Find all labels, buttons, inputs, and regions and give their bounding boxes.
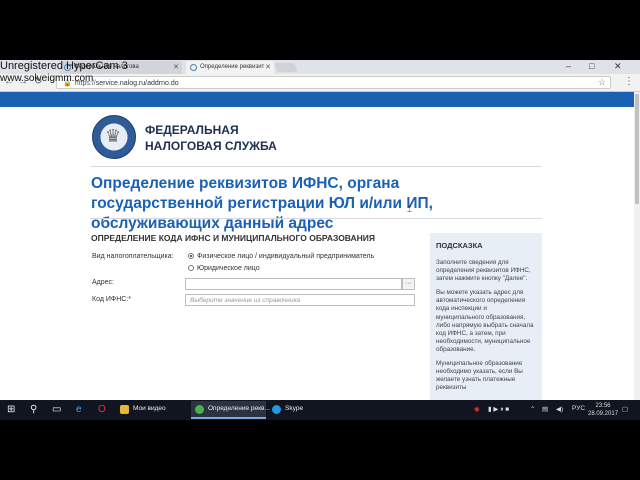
favicon-icon — [190, 64, 197, 71]
chrome-icon — [195, 405, 204, 414]
browser-window: Федеральная налогова ✕ Определение рекви… — [0, 60, 640, 420]
site-top-bar — [0, 92, 634, 107]
ifns-code-input[interactable]: Выберите значение из справочника — [185, 294, 415, 306]
close-icon[interactable]: ✕ — [173, 63, 179, 71]
tab-label: Определение реквизит — [200, 64, 265, 70]
start-windows-icon[interactable]: ⊞ — [7, 404, 15, 415]
hint-paragraph: Вы можете указать адрес для автоматическ… — [436, 289, 534, 353]
windows-taskbar: ⊞ ⚲ ▭ e O Мои видео Определение рекв... … — [0, 400, 640, 420]
divider — [90, 166, 542, 167]
search-icon[interactable]: ⚲ — [30, 404, 37, 415]
radio-unchecked-icon[interactable] — [188, 265, 194, 271]
task-view-icon[interactable]: ▭ — [52, 404, 61, 415]
url-path: service.nalog.ru/addrno.do — [95, 80, 179, 87]
tray-arrow-icon[interactable]: ⌃ — [530, 405, 535, 413]
address-picker-button[interactable]: ··· — [402, 278, 415, 290]
mouse-cursor-icon: ⌶ — [407, 205, 412, 214]
close-icon[interactable]: ✕ — [265, 63, 271, 71]
radio-legal-entity[interactable]: Юридическое лицо — [188, 265, 260, 272]
browser-toolbar: ← → ↻ 🔒 https://service.nalog.ru/addrno.d… — [0, 74, 640, 92]
address-label: Адрес: — [92, 279, 114, 286]
bookmark-star-icon[interactable]: ☆ — [598, 77, 606, 88]
opera-icon[interactable]: O — [98, 404, 106, 415]
org-name-line2: НАЛОГОВАЯ СЛУЖБА — [145, 139, 277, 153]
notifications-icon[interactable]: ▢ — [622, 405, 628, 413]
radio-individual-label: Физическое лицо / индивидуальный предпри… — [197, 253, 375, 260]
hint-panel: ПОДСКАЗКА Заполните сведения для определ… — [430, 233, 542, 420]
scrollbar-thumb[interactable] — [635, 94, 639, 204]
clock-date: 28.09.2017 — [588, 411, 619, 417]
radio-legal-label: Юридическое лицо — [197, 265, 260, 272]
org-name-line1: ФЕДЕРАЛЬНАЯ — [145, 123, 239, 137]
taxpayer-type-label: Вид налогоплательщика: — [92, 253, 174, 260]
browser-menu-icon[interactable]: ⋮ — [624, 76, 634, 87]
watermark-url: www.solveigmm.com — [0, 73, 94, 84]
clock-time: 23:56 — [595, 403, 611, 409]
org-name: ФЕДЕРАЛЬНАЯ НАЛОГОВАЯ СЛУЖБА — [145, 122, 277, 154]
eagle-emblem-icon: ♛ — [105, 126, 122, 146]
ifns-code-label: Код ИФНС:* — [92, 296, 131, 303]
edge-icon[interactable]: e — [76, 404, 82, 415]
tab-addrno[interactable]: Определение реквизит ✕ — [186, 61, 274, 74]
section-title: ОПРЕДЕЛЕНИЕ КОДА ИФНС И МУНИЦИПАЛЬНОГО О… — [91, 233, 376, 243]
radio-individual[interactable]: Физическое лицо / индивидуальный предпри… — [188, 253, 374, 260]
skype-icon — [272, 405, 281, 414]
radio-checked-icon[interactable] — [188, 253, 194, 259]
watermark-title: Unregistered HyperCam 3 — [0, 60, 128, 72]
address-input[interactable] — [185, 278, 402, 290]
recorder-controls-icon[interactable]: ▮ ▶ ⏸ ■ — [488, 405, 509, 414]
taskbar-clock[interactable]: 23:56 28.09.2017 — [588, 402, 618, 418]
taskbar-app-chrome[interactable]: Определение рекв... — [191, 401, 270, 419]
page-title: Определение реквизитов ИФНС, органа госу… — [91, 175, 433, 232]
recorder-icon[interactable]: ◉ — [474, 405, 480, 413]
page-scrollbar[interactable] — [634, 92, 640, 420]
address-bar[interactable]: 🔒 https://service.nalog.ru/addrno.do ☆ — [56, 76, 611, 89]
hint-title: ПОДСКАЗКА — [436, 241, 483, 250]
fns-logo[interactable]: ♛ — [92, 115, 136, 159]
network-icon[interactable]: ▤ — [542, 405, 548, 413]
divider — [90, 218, 542, 219]
folder-icon — [120, 405, 129, 414]
minimize-button[interactable]: – — [566, 61, 571, 71]
language-indicator[interactable]: РУС — [572, 405, 585, 412]
volume-icon[interactable]: ◀) — [556, 405, 563, 413]
new-tab-button[interactable] — [274, 63, 298, 72]
close-window-button[interactable]: ✕ — [614, 61, 622, 72]
taskbar-app-label: Определение рекв... — [208, 405, 270, 412]
hint-paragraph: Заполните сведения для определения рекви… — [436, 259, 531, 283]
taskbar-app-label: Skype — [285, 405, 304, 412]
taskbar-app-skype[interactable]: Skype — [268, 401, 340, 419]
hint-paragraph: Муниципальное образование необходимо ука… — [436, 360, 523, 392]
taskbar-app-folder[interactable]: Мои видео — [116, 401, 188, 419]
maximize-button[interactable]: □ — [589, 61, 594, 71]
taskbar-app-label: Мои видео — [133, 405, 166, 412]
